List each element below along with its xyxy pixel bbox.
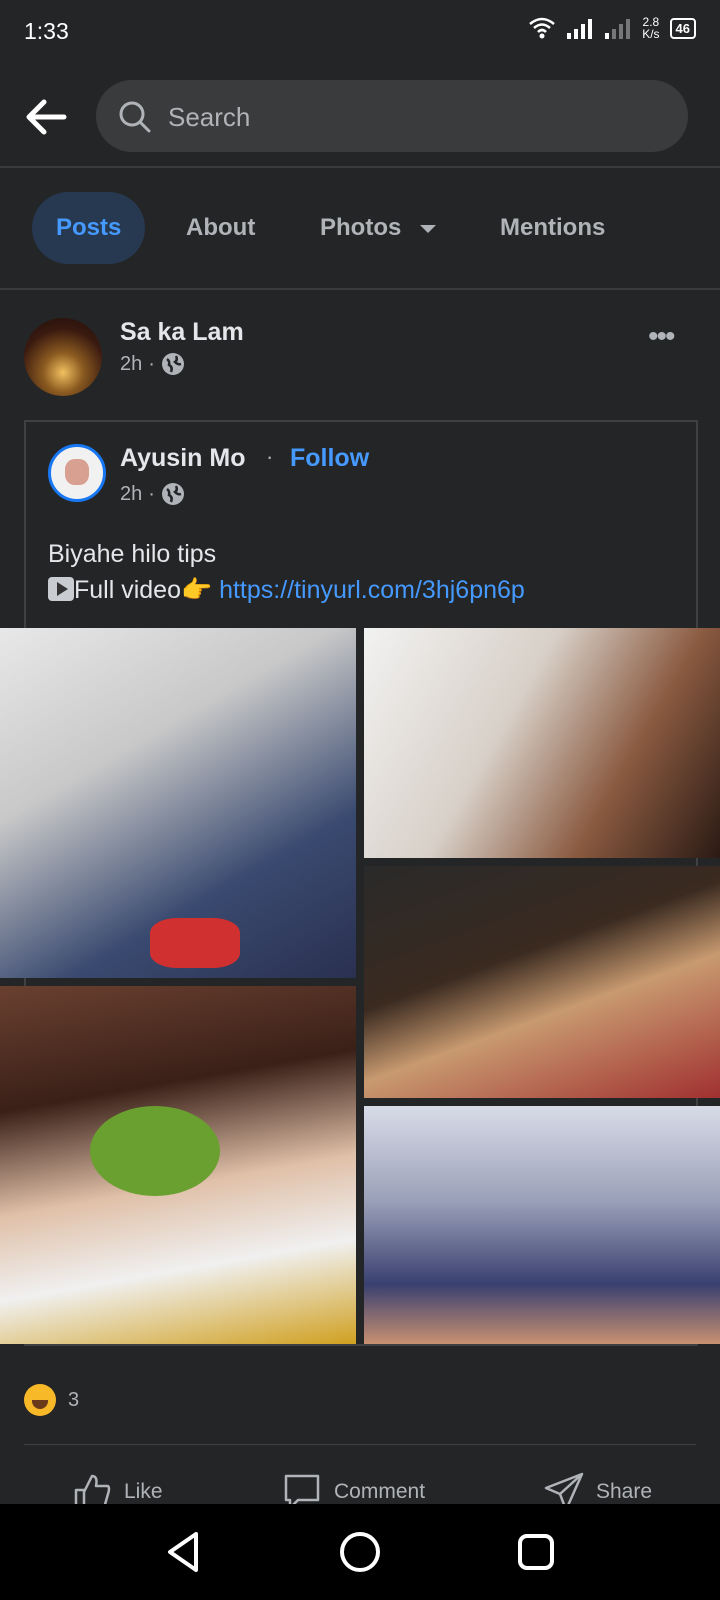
search-bar[interactable]: Search bbox=[96, 80, 688, 152]
post-text: Biyahe hilo tips Full video👉 https://tin… bbox=[48, 540, 525, 604]
follow-button[interactable]: Follow bbox=[290, 444, 369, 473]
search-icon bbox=[119, 101, 151, 133]
photo-3[interactable] bbox=[364, 866, 720, 1098]
photo-5[interactable] bbox=[364, 1106, 720, 1344]
profile-tabs: Posts About Photos Mentions bbox=[0, 168, 720, 290]
shared-author[interactable]: Ayusin Mo bbox=[120, 444, 245, 473]
signal-icon bbox=[567, 19, 593, 39]
post-author[interactable]: Sa ka Lam bbox=[120, 318, 244, 347]
avatar[interactable] bbox=[24, 318, 102, 396]
net-speed: 2.8 K/s bbox=[642, 15, 660, 41]
reaction-summary[interactable]: 3 bbox=[24, 1384, 79, 1416]
share-icon bbox=[544, 1472, 584, 1504]
tab-posts[interactable]: Posts bbox=[32, 192, 146, 264]
photo-grid bbox=[0, 628, 720, 1344]
nav-back-icon[interactable] bbox=[162, 1530, 206, 1574]
nav-home-icon[interactable] bbox=[338, 1530, 382, 1574]
play-button-icon bbox=[48, 577, 74, 601]
video-link[interactable]: https://tinyurl.com/3hj6pn6p bbox=[219, 576, 525, 604]
signal-weak-icon bbox=[605, 19, 631, 39]
share-button[interactable]: Share bbox=[544, 1472, 652, 1504]
photo-1[interactable] bbox=[0, 628, 356, 978]
comment-icon bbox=[284, 1474, 320, 1504]
caret-down-icon bbox=[420, 225, 436, 233]
shared-time: 2h bbox=[120, 482, 143, 505]
top-bar: Search bbox=[0, 66, 720, 168]
more-options-icon[interactable]: ••• bbox=[648, 320, 675, 354]
status-time: 1:33 bbox=[24, 18, 69, 44]
android-nav-bar bbox=[0, 1504, 720, 1600]
like-button[interactable]: Like bbox=[72, 1472, 163, 1504]
post-time: 2h bbox=[120, 352, 143, 375]
globe-icon bbox=[161, 353, 184, 375]
nav-recents-icon[interactable] bbox=[514, 1530, 558, 1574]
like-icon bbox=[74, 1474, 111, 1504]
divider bbox=[24, 1444, 696, 1445]
tab-mentions[interactable]: Mentions bbox=[500, 192, 605, 264]
back-arrow-icon[interactable] bbox=[22, 92, 72, 142]
comment-button[interactable]: Comment bbox=[282, 1472, 425, 1504]
wifi-icon bbox=[529, 17, 555, 39]
search-input[interactable]: Search bbox=[168, 102, 250, 133]
globe-icon bbox=[161, 483, 184, 505]
tab-about[interactable]: About bbox=[186, 192, 255, 264]
status-bar: 1:33 2.8 K/s 46 bbox=[0, 0, 720, 66]
photo-2[interactable] bbox=[364, 628, 720, 858]
status-icons: 2.8 K/s 46 bbox=[528, 16, 696, 40]
post-actions: Like Comment Share bbox=[0, 1460, 720, 1504]
reaction-count: 3 bbox=[68, 1388, 80, 1411]
battery-icon: 46 bbox=[669, 17, 696, 39]
shared-meta: 2h · bbox=[120, 482, 185, 506]
photo-4[interactable] bbox=[0, 986, 356, 1344]
haha-reaction-icon bbox=[24, 1384, 56, 1416]
post-meta: 2h · bbox=[120, 352, 185, 376]
tab-photos-label: Photos bbox=[320, 214, 402, 241]
shared-avatar[interactable] bbox=[48, 444, 106, 502]
tab-photos[interactable]: Photos bbox=[320, 192, 438, 264]
